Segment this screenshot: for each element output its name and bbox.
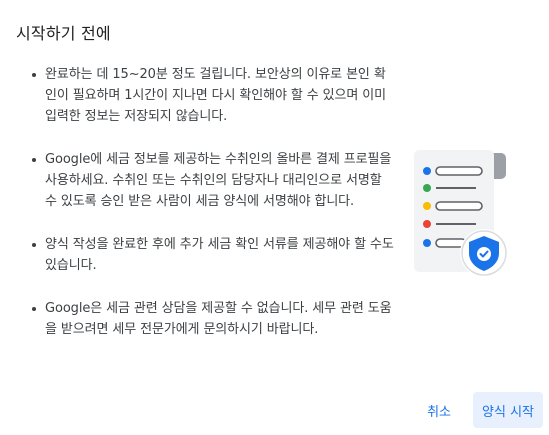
start-form-button[interactable]: 양식 시작	[473, 392, 543, 428]
cancel-button[interactable]: 취소	[419, 392, 459, 428]
list-item: Google은 세금 관련 상담을 제공할 수 없습니다. 세무 관련 도움을 …	[26, 298, 396, 340]
document-checklist-shield-icon	[414, 150, 514, 280]
dialog-title: 시작하기 전에	[16, 24, 111, 43]
dialog-actions: 취소 양식 시작	[419, 392, 543, 428]
before-you-start-dialog: 시작하기 전에 완료하는 데 15~20분 정도 걸립니다. 보안상의 이유로 …	[0, 0, 549, 435]
dialog-content: 완료하는 데 15~20분 정도 걸립니다. 보안상의 이유로 본인 확인이 필…	[26, 64, 396, 362]
list-item: 양식 작성을 완료한 후에 추가 세금 확인 서류를 제공해야 할 수도 있습니…	[26, 234, 396, 276]
list-item: 완료하는 데 15~20분 정도 걸립니다. 보안상의 이유로 본인 확인이 필…	[26, 64, 396, 127]
info-list: 완료하는 데 15~20분 정도 걸립니다. 보안상의 이유로 본인 확인이 필…	[26, 64, 396, 340]
list-item: Google에 세금 정보를 제공하는 수취인의 올바른 결제 프로필을 사용하…	[26, 149, 396, 212]
